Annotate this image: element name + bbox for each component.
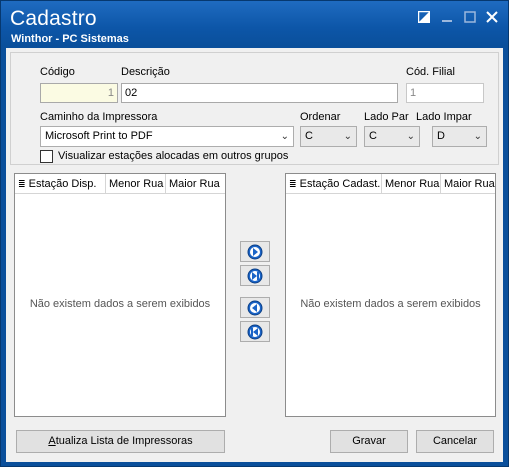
window-subtitle: Winthor - PC Sistemas (11, 33, 129, 45)
restore-style-icon[interactable] (415, 8, 433, 26)
chevron-down-icon: ⌄ (343, 131, 352, 142)
list-header: ≣ Estação Cadast. Menor Rua Maior Rua (286, 174, 495, 194)
move-all-right-button[interactable] (240, 265, 270, 286)
visualizar-label: Visualizar estações alocadas em outros g… (58, 150, 289, 162)
window-title: Cadastro (10, 7, 97, 30)
cod-filial-field[interactable]: 1 (406, 83, 484, 103)
caminho-value: Microsoft Print to PDF (45, 130, 153, 142)
caminho-label: Caminho da Impressora (40, 111, 158, 123)
arrow-left-all-icon (247, 324, 263, 339)
move-right-button[interactable] (240, 241, 270, 262)
atualiza-impressoras-button[interactable]: Atualiza Lista de Impressoras (16, 430, 225, 453)
header-group: Código 1 Descrição 02 Cód. Filial 1 Cami… (10, 52, 499, 165)
title-bar[interactable]: Cadastro Winthor - PC Sistemas (1, 1, 508, 46)
arrow-left-icon (247, 300, 263, 315)
visualizar-checkbox[interactable] (40, 150, 53, 163)
column-menor-rua[interactable]: Menor Rua (382, 174, 441, 194)
codigo-field[interactable]: 1 (40, 83, 118, 103)
column-menor-rua[interactable]: Menor Rua (106, 174, 166, 194)
lado-par-label: Lado Par (364, 111, 409, 123)
arrow-right-all-icon (247, 268, 263, 283)
cadastro-window: Cadastro Winthor - PC Sistemas Código 1 … (0, 0, 509, 467)
chevron-down-icon: ⌄ (280, 131, 289, 142)
move-all-left-button[interactable] (240, 321, 270, 342)
estacoes-cadastradas-list[interactable]: ≣ Estação Cadast. Menor Rua Maior Rua Nã… (285, 173, 496, 417)
form-body: Código 1 Descrição 02 Cód. Filial 1 Cami… (6, 48, 503, 462)
move-left-button[interactable] (240, 297, 270, 318)
column-menu-icon: ≣ (289, 179, 297, 189)
codigo-label: Código (40, 66, 75, 78)
cod-filial-label: Cód. Filial (406, 66, 455, 78)
lado-par-select[interactable]: C ⌄ (364, 126, 420, 147)
lado-impar-value: D (437, 130, 445, 142)
arrow-right-icon (247, 244, 263, 259)
column-maior-rua[interactable]: Maior Rua (166, 174, 226, 194)
caminho-impressora-select[interactable]: Microsoft Print to PDF ⌄ (40, 126, 294, 147)
empty-message: Não existem dados a serem exibidos (29, 298, 211, 310)
descricao-label: Descrição (121, 66, 170, 78)
column-estacao-disp[interactable]: ≣ Estação Disp. (15, 174, 106, 194)
column-maior-rua[interactable]: Maior Rua (441, 174, 496, 194)
lado-impar-label: Lado Impar (416, 111, 472, 123)
list-header: ≣ Estação Disp. Menor Rua Maior Rua (15, 174, 225, 194)
chevron-down-icon: ⌄ (406, 131, 415, 142)
column-menu-icon: ≣ (18, 179, 26, 189)
estacoes-disponiveis-list[interactable]: ≣ Estação Disp. Menor Rua Maior Rua Não … (14, 173, 226, 417)
ordenar-value: C (305, 130, 313, 142)
column-estacao-cadast[interactable]: ≣ Estação Cadast. (286, 174, 382, 194)
ordenar-select[interactable]: C ⌄ (300, 126, 357, 147)
cancelar-button[interactable]: Cancelar (416, 430, 494, 453)
empty-message: Não existem dados a serem exibidos (300, 298, 481, 310)
lado-par-value: C (369, 130, 377, 142)
ordenar-label: Ordenar (300, 111, 341, 123)
descricao-field[interactable]: 02 (121, 83, 398, 103)
lado-impar-select[interactable]: D ⌄ (432, 126, 487, 147)
maximize-icon[interactable] (461, 8, 479, 26)
atualiza-hotkey: A (48, 435, 56, 447)
gravar-button[interactable]: Gravar (330, 430, 408, 453)
atualiza-label: tualiza Lista de Impressoras (55, 435, 193, 447)
minimize-icon[interactable] (438, 8, 456, 26)
chevron-down-icon: ⌄ (473, 131, 482, 142)
close-icon[interactable] (483, 8, 501, 26)
